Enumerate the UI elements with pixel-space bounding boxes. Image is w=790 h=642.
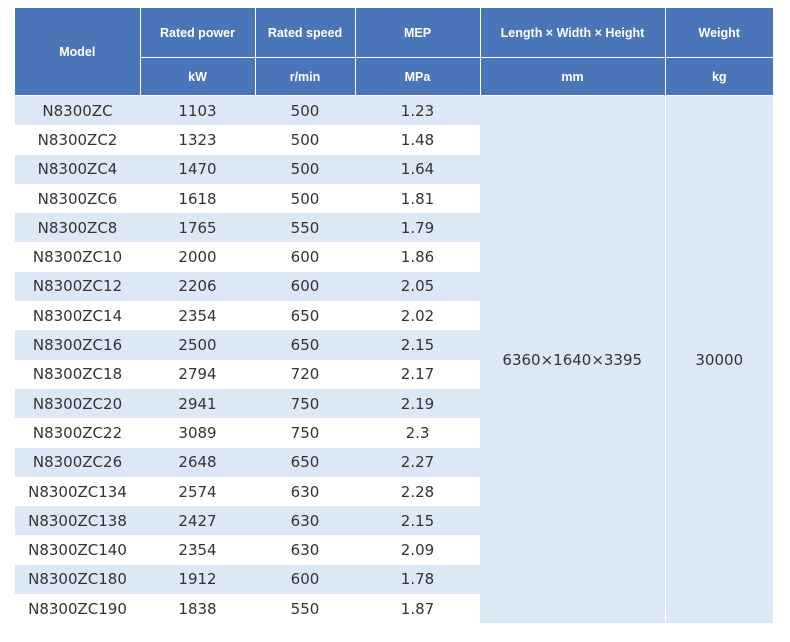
cell-rated-power: 2354: [140, 535, 255, 565]
cell-rated-power: 1323: [140, 125, 255, 155]
header-rated-speed: Rated speed: [255, 8, 356, 58]
cell-mep: 1.78: [355, 564, 480, 595]
cell-model: N8300ZC190: [15, 594, 140, 624]
cell-rated-power: 2500: [140, 330, 255, 360]
cell-rated-speed: 500: [255, 125, 355, 155]
cell-rated-power: 2794: [140, 359, 255, 389]
cell-rated-speed: 600: [255, 242, 355, 272]
cell-mep: 1.81: [355, 183, 480, 214]
cell-rated-speed: 630: [255, 506, 355, 536]
cell-mep: 2.17: [355, 359, 480, 389]
cell-rated-speed: 650: [255, 301, 355, 331]
table-row: N8300ZC 1103 500 1.23 6360×1640×3395 30000: [15, 95, 773, 624]
cell-model: N8300ZC6: [15, 183, 140, 214]
cell-rated-power: 1103: [140, 95, 255, 126]
unit-mep: MPa: [355, 57, 481, 96]
cell-rated-speed: 550: [255, 213, 355, 243]
unit-dimensions: mm: [480, 57, 666, 96]
cell-rated-power: 1765: [140, 213, 255, 243]
cell-model: N8300ZC26: [15, 447, 140, 477]
header-mep: MEP: [355, 8, 481, 58]
cell-rated-power: 1912: [140, 564, 255, 595]
cell-rated-speed: 650: [255, 447, 355, 477]
cell-model: N8300ZC18: [15, 359, 140, 389]
cell-rated-speed: 600: [255, 271, 355, 302]
cell-dimensions: 6360×1640×3395: [480, 95, 666, 624]
unit-rated-speed: r/min: [255, 57, 356, 96]
table-header: Model Rated power Rated speed MEP Length…: [15, 8, 773, 96]
cell-mep: 1.87: [355, 594, 480, 624]
cell-mep: 1.23: [355, 95, 480, 126]
cell-model: N8300ZC4: [15, 154, 140, 184]
cell-rated-power: 2354: [140, 301, 255, 331]
cell-mep: 1.79: [355, 213, 480, 243]
cell-model: N8300ZC16: [15, 330, 140, 360]
header-rated-power: Rated power: [140, 8, 256, 58]
cell-mep: 2.05: [355, 271, 480, 302]
cell-mep: 2.3: [355, 418, 480, 448]
cell-rated-power: 1618: [140, 183, 255, 214]
cell-model: N8300ZC: [15, 95, 140, 126]
cell-rated-power: 2574: [140, 476, 255, 507]
cell-rated-power: 2427: [140, 506, 255, 536]
cell-model: N8300ZC22: [15, 418, 140, 448]
unit-rated-power: kW: [140, 57, 256, 96]
cell-rated-power: 1838: [140, 594, 255, 624]
cell-rated-speed: 750: [255, 388, 355, 419]
cell-rated-speed: 500: [255, 183, 355, 214]
cell-model: N8300ZC134: [15, 476, 140, 507]
header-dimensions: Length × Width × Height: [480, 8, 666, 58]
cell-rated-power: 2648: [140, 447, 255, 477]
cell-rated-speed: 630: [255, 535, 355, 565]
unit-weight: kg: [665, 57, 773, 96]
cell-rated-speed: 500: [255, 154, 355, 184]
cell-model: N8300ZC2: [15, 125, 140, 155]
cell-rated-power: 1470: [140, 154, 255, 184]
cell-model: N8300ZC8: [15, 213, 140, 243]
cell-rated-power: 2206: [140, 271, 255, 302]
cell-mep: 1.48: [355, 125, 480, 155]
cell-model: N8300ZC180: [15, 564, 140, 595]
cell-model: N8300ZC138: [15, 506, 140, 536]
cell-mep: 1.64: [355, 154, 480, 184]
cell-rated-power: 2000: [140, 242, 255, 272]
cell-mep: 2.19: [355, 388, 480, 419]
cell-mep: 2.02: [355, 301, 480, 331]
cell-mep: 2.27: [355, 447, 480, 477]
header-model: Model: [15, 8, 141, 96]
cell-mep: 2.15: [355, 506, 480, 536]
cell-rated-power: 3089: [140, 418, 255, 448]
cell-model: N8300ZC10: [15, 242, 140, 272]
engine-spec-table: Model Rated power Rated speed MEP Length…: [15, 8, 773, 624]
cell-rated-speed: 500: [255, 95, 355, 126]
cell-mep: 2.28: [355, 476, 480, 507]
cell-rated-speed: 650: [255, 330, 355, 360]
table-body: N8300ZC 1103 500 1.23 6360×1640×3395 30000 N83…: [15, 95, 773, 624]
cell-rated-speed: 750: [255, 418, 355, 448]
cell-mep: 1.86: [355, 242, 480, 272]
cell-model: N8300ZC14: [15, 301, 140, 331]
cell-mep: 2.09: [355, 535, 480, 565]
cell-weight: 30000: [665, 95, 773, 624]
header-weight: Weight: [665, 8, 773, 58]
cell-rated-speed: 550: [255, 594, 355, 624]
cell-mep: 2.15: [355, 330, 480, 360]
cell-model: N8300ZC12: [15, 271, 140, 302]
cell-model: N8300ZC140: [15, 535, 140, 565]
cell-rated-speed: 600: [255, 564, 355, 595]
cell-model: N8300ZC20: [15, 388, 140, 419]
cell-rated-power: 2941: [140, 388, 255, 419]
cell-rated-speed: 720: [255, 359, 355, 389]
cell-rated-speed: 630: [255, 476, 355, 507]
